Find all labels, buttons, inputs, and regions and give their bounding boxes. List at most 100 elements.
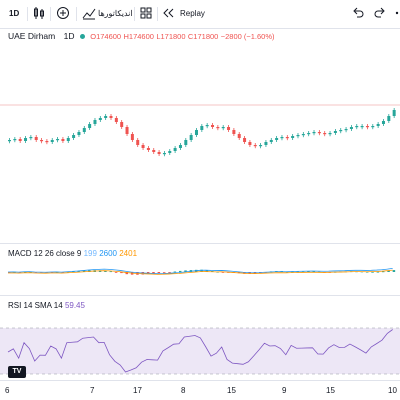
- time-axis-label: 10: [388, 386, 397, 395]
- macd-legend: MACD 12 26 close 9 199 2600 2401: [8, 249, 137, 258]
- candle-body: [307, 133, 311, 135]
- time-axis-label: 17: [133, 386, 142, 395]
- time-axis-label: 9: [282, 386, 287, 395]
- candle-body: [360, 126, 364, 128]
- candle-body: [301, 134, 305, 136]
- candle-body: [125, 127, 129, 134]
- candle-body: [323, 133, 327, 135]
- macd-histogram-value: 199: [83, 249, 97, 258]
- macd-histogram-bar: [162, 272, 166, 273]
- candle-body: [34, 137, 38, 140]
- candle-body: [24, 138, 28, 141]
- candle-body: [8, 140, 11, 142]
- time-axis-label: 6: [5, 386, 10, 395]
- candle-body: [29, 137, 33, 139]
- macd-signal-value: 2401: [119, 249, 138, 258]
- candle-body: [141, 145, 145, 148]
- candle-body: [344, 129, 348, 131]
- candle-body: [296, 135, 300, 137]
- rsi-band: [0, 328, 400, 374]
- macd-title[interactable]: MACD 12 26 close 9: [8, 249, 81, 258]
- candle-body: [211, 125, 215, 127]
- candle-body: [178, 145, 182, 148]
- candle-body: [285, 137, 289, 139]
- chart-canvas[interactable]: [0, 0, 400, 400]
- candle-body: [136, 140, 140, 145]
- candle-body: [275, 138, 279, 140]
- macd-line-value: 2600: [99, 249, 117, 258]
- candle-body: [355, 126, 359, 128]
- rsi-pane: [0, 327, 400, 375]
- rsi-title[interactable]: RSI 14 SMA 14: [8, 301, 63, 310]
- candle-body: [312, 132, 316, 134]
- candle-body: [381, 121, 385, 124]
- candle-body: [45, 141, 49, 143]
- candle-body: [227, 127, 231, 130]
- time-axis-label: 15: [227, 386, 236, 395]
- candle-body: [13, 139, 17, 141]
- time-axis-label: 15: [326, 386, 335, 395]
- candle-body: [376, 124, 380, 126]
- candle-body: [259, 145, 263, 147]
- time-axis-border: [0, 380, 400, 381]
- candle-body: [349, 127, 353, 129]
- candle-body: [280, 137, 284, 139]
- macd-histogram-bar: [114, 272, 118, 273]
- price-pane: [0, 104, 400, 157]
- candle-body: [339, 130, 343, 132]
- candle-body: [130, 134, 134, 140]
- candle-body: [109, 116, 113, 118]
- candle-body: [152, 150, 156, 152]
- candle-body: [328, 133, 332, 135]
- candle-body: [253, 145, 257, 147]
- candle-body: [264, 142, 268, 145]
- candle-body: [82, 128, 86, 132]
- candle-body: [189, 135, 193, 140]
- candle-body: [392, 110, 396, 116]
- candle-body: [194, 130, 198, 135]
- candle-body: [317, 132, 321, 134]
- candle-body: [365, 126, 369, 128]
- tradingview-logo[interactable]: TV: [8, 366, 26, 378]
- time-axis-label: 7: [90, 386, 95, 395]
- candle-body: [146, 148, 150, 150]
- candle-body: [200, 126, 204, 130]
- candle-body: [232, 130, 236, 134]
- macd-histogram-bar: [376, 271, 380, 273]
- candle-body: [56, 139, 60, 141]
- candle-body: [333, 131, 337, 133]
- candle-body: [221, 127, 225, 129]
- candle-body: [291, 136, 295, 138]
- candle-body: [237, 134, 241, 138]
- candle-body: [387, 116, 391, 121]
- candle-body: [168, 151, 172, 153]
- candle-body: [104, 116, 108, 118]
- candle-body: [371, 126, 375, 128]
- macd-histogram-bar: [392, 270, 396, 272]
- candle-body: [88, 124, 92, 128]
- candle-body: [157, 152, 161, 154]
- pane-separator[interactable]: [0, 243, 400, 244]
- candle-body: [216, 127, 220, 129]
- candle-body: [72, 135, 76, 138]
- candle-body: [93, 120, 97, 124]
- macd-pane: [7, 268, 396, 275]
- candle-body: [114, 118, 118, 122]
- candle-body: [61, 139, 65, 141]
- candle-body: [205, 125, 209, 127]
- candle-body: [269, 140, 273, 142]
- time-axis-label: 8: [181, 386, 186, 395]
- pane-separator[interactable]: [0, 295, 400, 296]
- macd-histogram-bar: [173, 271, 177, 273]
- candle-body: [184, 140, 188, 145]
- candle-body: [50, 140, 54, 142]
- rsi-legend: RSI 14 SMA 14 59.45: [8, 301, 85, 310]
- candle-body: [248, 142, 252, 145]
- candle-body: [243, 138, 247, 142]
- rsi-value: 59.45: [64, 301, 85, 310]
- candle-body: [98, 118, 102, 120]
- candle-body: [162, 153, 166, 155]
- candle-body: [173, 148, 177, 151]
- macd-histogram-bar: [178, 270, 182, 272]
- candle-body: [66, 138, 70, 141]
